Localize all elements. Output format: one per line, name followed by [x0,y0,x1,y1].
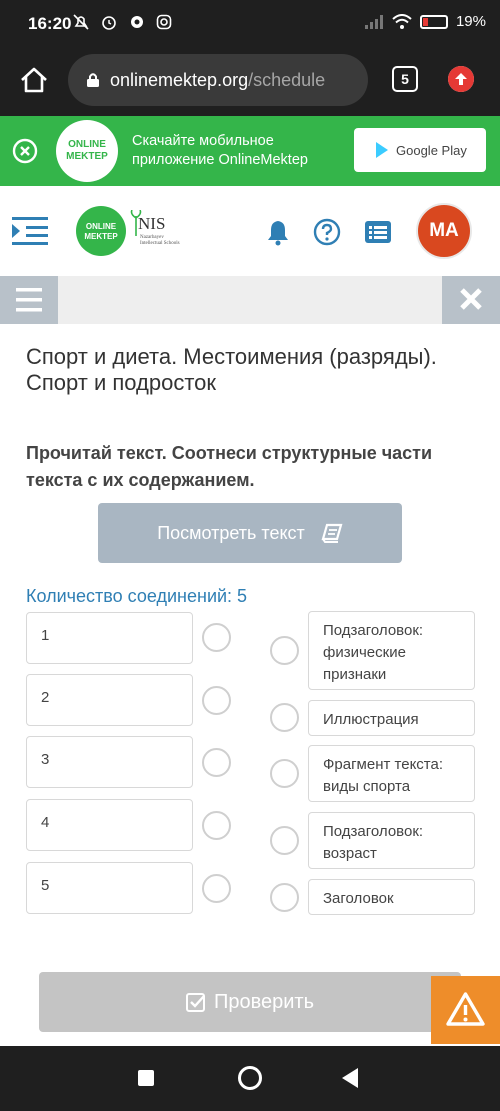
right-connector-3[interactable] [270,759,299,788]
right-connector-4[interactable] [270,826,299,855]
left-item-2[interactable]: 2 [26,674,193,726]
status-bar: 16:20 19% [0,0,500,48]
right-connector-2[interactable] [270,703,299,732]
hamburger-icon [16,288,42,312]
wifi-icon [392,13,412,29]
battery-level: 19% [455,13,486,30]
right-item-2[interactable]: Иллюстрация [308,700,475,736]
recents-icon[interactable] [138,1070,154,1086]
notifications-off-icon [73,14,89,30]
help-icon[interactable] [313,218,341,246]
view-text-label: Посмотреть текст [157,522,305,543]
home-icon[interactable] [18,64,50,96]
promo-logo: ONLINE MEKTEP [56,120,118,182]
close-promo-icon[interactable] [12,138,38,164]
left-connector-3[interactable] [202,748,231,777]
url-host: onlinemektep.org [110,69,249,90]
report-problem-button[interactable] [431,976,500,1044]
status-icons [72,13,172,31]
list-icon[interactable] [364,218,392,246]
sidebar-toggle-icon[interactable] [12,216,50,246]
left-item-5[interactable]: 5 [26,862,193,914]
connections-count: Количество соединений: 5 [26,586,248,606]
close-icon [460,288,482,310]
promo-text: Скачайте мобильное приложение OnlineMekt… [132,133,308,168]
arrow-up-icon [448,66,474,92]
lesson-title: Спорт и диета. Местоимения (разряды). Сп… [26,344,437,395]
home-nav-icon[interactable] [238,1066,262,1090]
chat-icon [131,16,143,28]
update-button[interactable] [448,66,474,92]
tab-switcher-button[interactable]: 5 [392,66,418,92]
status-time: 16:20 [28,14,72,33]
menu-button[interactable] [0,276,58,324]
right-item-3[interactable]: Фрагмент текста: виды спорта [308,745,475,802]
back-icon[interactable] [342,1068,358,1088]
book-icon [321,523,343,543]
left-connector-1[interactable] [202,623,231,652]
right-item-1[interactable]: Подзаголовок: физические признаки [308,611,475,690]
nis-logo: NIS Nazarbayev Intellectual Schools [130,208,180,256]
right-connector-1[interactable] [270,636,299,665]
close-panel-button[interactable] [442,276,500,324]
url-path: /schedule [248,69,326,90]
google-play-button[interactable]: Google Play [354,128,486,172]
left-connector-5[interactable] [202,874,231,903]
left-item-4[interactable]: 4 [26,799,193,851]
browser-toolbar: onlinemektep.org/schedule 5 [0,48,500,116]
alarm-icon [102,16,116,30]
app-promo-banner: ONLINE MEKTEP Скачайте мобильное приложе… [0,116,500,186]
left-item-1[interactable]: 1 [26,612,193,664]
lock-icon [87,73,99,87]
warning-icon [446,992,485,1026]
checkbox-icon [185,993,205,1012]
left-item-3[interactable]: 3 [26,736,193,788]
onlinemektep-logo[interactable]: ONLINE MEKTEP [76,206,126,256]
system-nav-bar [0,1046,500,1111]
view-text-button[interactable]: Посмотреть текст [98,503,402,563]
google-play-icon [376,142,388,158]
right-connector-5[interactable] [270,883,299,912]
left-connector-4[interactable] [202,811,231,840]
right-item-5[interactable]: Заголовок [308,879,475,915]
status-right: 19% [364,13,486,30]
app-header: ONLINE MEKTEP NIS Nazarbayev Intellectua… [0,186,500,276]
task-instruction: Прочитай текст. Соотнеси структурные час… [26,443,433,490]
panel-toolbar [0,276,500,324]
battery-icon [419,14,448,29]
left-connector-2[interactable] [202,686,231,715]
bell-icon[interactable] [264,218,292,246]
check-button[interactable]: Проверить [39,972,461,1032]
address-bar[interactable]: onlinemektep.org/schedule [68,54,368,106]
right-item-4[interactable]: Подзаголовок: возраст [308,812,475,869]
check-button-label: Проверить [213,990,315,1013]
instagram-icon [156,14,172,30]
user-avatar[interactable]: MA [416,203,472,259]
signal-icon [364,14,383,29]
